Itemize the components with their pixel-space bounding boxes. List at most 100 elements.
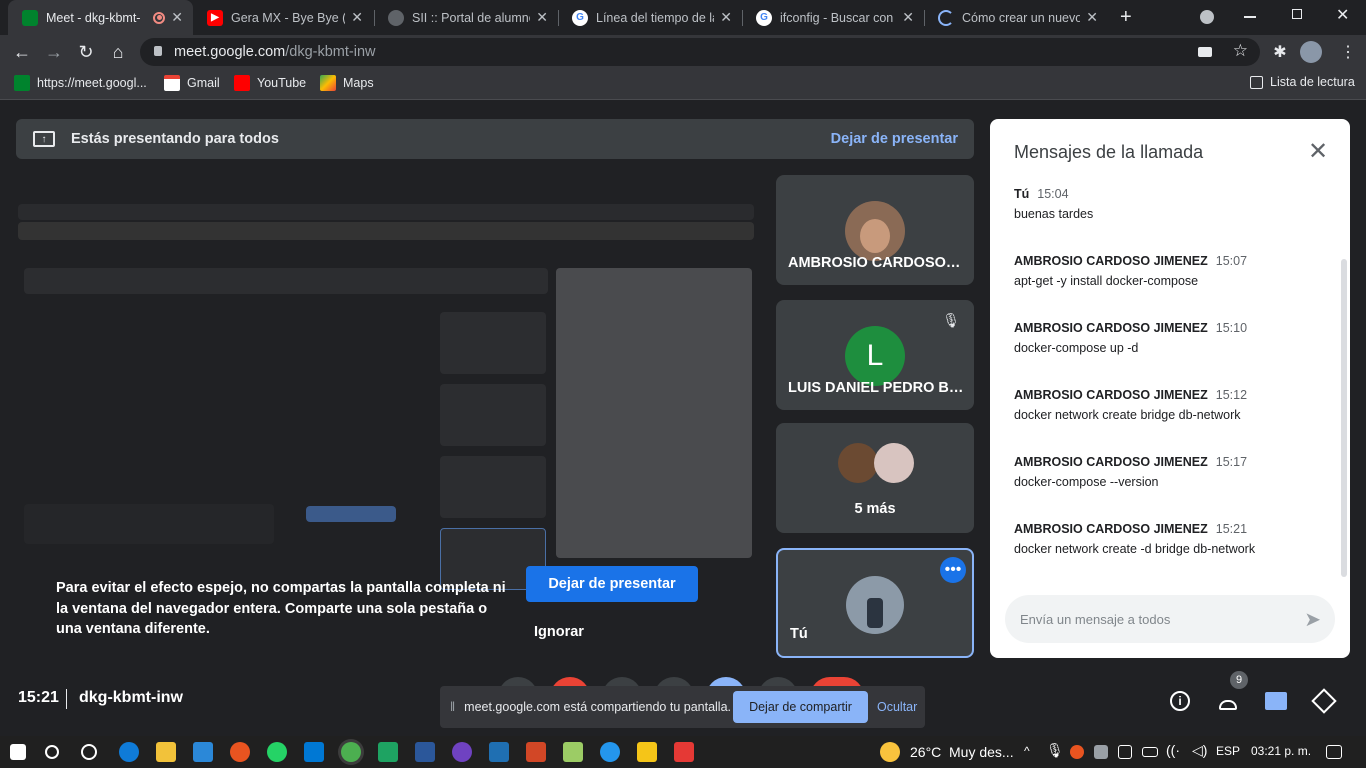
close-window-icon[interactable]: ✕ (1336, 5, 1349, 25)
weather-temp[interactable]: 26°C (910, 744, 941, 760)
vscode-icon[interactable] (304, 742, 324, 762)
wifi-icon[interactable]: ((· (1166, 742, 1180, 758)
bookmark-label: https://meet.googl... (37, 76, 147, 90)
tab-title: Cómo crear un nuevo (962, 10, 1081, 25)
close-tab-icon[interactable]: ✕ (351, 9, 363, 26)
ignore-button[interactable]: Ignorar (534, 624, 584, 640)
close-tab-icon[interactable]: ✕ (1086, 9, 1098, 26)
self-tile[interactable]: ••• Tú (776, 548, 974, 658)
weather-desc[interactable]: Muy des... (949, 744, 1014, 760)
mail-icon[interactable] (193, 742, 213, 762)
bookmark-gmail[interactable]: Gmail (164, 75, 220, 91)
present-screen-icon: ↑ (33, 131, 55, 147)
tray-chevron-icon[interactable]: ^ (1024, 744, 1030, 758)
bookmark-star-icon[interactable]: ☆ (1233, 41, 1248, 61)
minimize-icon[interactable] (1244, 16, 1256, 18)
tab-strip: Meet - dkg-kbmt- ✕ ▶ Gera MX - Bye Bye (… (0, 0, 1366, 35)
tab-meet[interactable]: Meet - dkg-kbmt- ✕ (8, 0, 193, 35)
message-text: docker-compose --version (1014, 475, 1159, 489)
word-icon[interactable] (415, 742, 435, 762)
meeting-details-icon[interactable]: i (1166, 687, 1194, 715)
activities-icon[interactable] (1310, 687, 1338, 715)
address-bar[interactable]: meet.google.com/dkg-kbmt-inw ☆ (140, 38, 1260, 66)
hide-banner-button[interactable]: Ocultar (877, 700, 917, 714)
app-icon[interactable] (637, 742, 657, 762)
close-tab-icon[interactable]: ✕ (902, 9, 914, 26)
whatsapp-icon[interactable] (267, 742, 287, 762)
chat-input[interactable]: Envía un mensaje a todos ➤ (1005, 595, 1335, 643)
stop-presenting-button[interactable]: Dejar de presentar (526, 566, 698, 602)
tray-app-icon[interactable] (1070, 745, 1084, 759)
tab-linea[interactable]: G Línea del tiempo de la ✕ (558, 0, 742, 35)
tab-como-crear[interactable]: Cómo crear un nuevo ✕ (924, 0, 1108, 35)
bookmark-label: Maps (343, 76, 374, 90)
powerpoint-icon[interactable] (526, 742, 546, 762)
close-tab-icon[interactable]: ✕ (171, 9, 183, 26)
reading-list[interactable]: Lista de lectura (1250, 75, 1355, 89)
close-tab-icon[interactable]: ✕ (720, 9, 732, 26)
stop-presenting-link[interactable]: Dejar de presentar (831, 131, 958, 147)
new-tab-icon[interactable]: + (1120, 6, 1132, 29)
send-icon[interactable]: ➤ (1304, 607, 1321, 632)
language-indicator[interactable]: ESP (1216, 744, 1240, 758)
windows-start-icon[interactable] (10, 744, 26, 760)
ubuntu-icon[interactable] (230, 742, 250, 762)
security-icon[interactable] (1094, 745, 1108, 759)
docker-icon[interactable] (600, 742, 620, 762)
menu-icon[interactable]: ⋮ (1336, 40, 1360, 64)
search-icon[interactable] (45, 745, 59, 759)
people-icon[interactable]: 9 (1214, 671, 1248, 715)
stop-sharing-button[interactable]: Dejar de compartir (733, 691, 868, 723)
message-sender: AMBROSIO CARDOSO JIMENEZ (1014, 522, 1208, 536)
participant-name: Tú (790, 626, 808, 642)
bookmark-maps[interactable]: Maps (320, 75, 374, 91)
chat-panel: Mensajes de la llamada ✕ Tú 15:04 buenas … (990, 119, 1350, 658)
tab-search-icon[interactable] (1200, 10, 1214, 24)
battery-icon[interactable] (1142, 747, 1158, 757)
participant-tile[interactable]: AMBROSIO CARDOSO J... (776, 175, 974, 285)
volume-icon[interactable]: ◁) (1192, 742, 1207, 759)
tab-youtube[interactable]: ▶ Gera MX - Bye Bye (Vi ✕ (193, 0, 373, 35)
tray-icon[interactable] (1118, 745, 1132, 759)
notepad-icon[interactable] (563, 742, 583, 762)
notifications-icon[interactable] (1326, 745, 1342, 759)
presenting-banner: ↑ Estás presentando para todos Dejar de … (16, 119, 974, 159)
tab-ifconfig[interactable]: G ifconfig - Buscar con G ✕ (742, 0, 924, 35)
cortana-icon[interactable] (81, 744, 97, 760)
camera-icon[interactable] (1198, 47, 1212, 57)
file-explorer-icon[interactable] (156, 742, 176, 762)
drag-handle-icon[interactable]: ‖ (450, 700, 455, 714)
home-icon[interactable]: ⌂ (106, 40, 130, 64)
close-tab-icon[interactable]: ✕ (536, 9, 548, 26)
chat-scrollbar[interactable] (1341, 259, 1347, 577)
loading-icon (938, 9, 954, 26)
participant-tile[interactable]: 🎙︎ L LUIS DANIEL PEDRO BO... (776, 300, 974, 410)
message-sender: AMBROSIO CARDOSO JIMENEZ (1014, 455, 1208, 469)
more-participants-tile[interactable]: 5 más (776, 423, 974, 533)
extensions-icon[interactable]: ✱ (1268, 40, 1292, 64)
more-options-icon[interactable]: ••• (940, 557, 966, 583)
reading-list-icon (1250, 75, 1263, 89)
app-icon[interactable] (452, 742, 472, 762)
tab-title: SII :: Portal de alumnos (412, 10, 531, 25)
close-icon[interactable]: ✕ (1304, 137, 1332, 165)
edge-icon[interactable] (119, 742, 139, 762)
taskbar-clock[interactable]: 03:21 p. m. (1251, 744, 1311, 758)
profile-avatar[interactable] (1300, 41, 1322, 63)
bookmark-youtube[interactable]: YouTube (234, 75, 306, 91)
chrome-icon[interactable] (341, 742, 361, 762)
message-text: docker network create -d bridge db-netwo… (1014, 542, 1256, 556)
restore-icon[interactable] (1292, 9, 1302, 19)
mic-icon[interactable]: 🎙︎ (1046, 742, 1064, 759)
photos-icon[interactable] (489, 742, 509, 762)
back-icon[interactable]: ← (10, 40, 34, 64)
meeting-clock: 15:21 (18, 689, 59, 706)
bookmark-meet[interactable]: https://meet.googl... (14, 75, 147, 91)
tab-sii[interactable]: SII :: Portal de alumnos ✕ (374, 0, 558, 35)
forward-icon[interactable]: → (42, 40, 66, 64)
reload-icon[interactable]: ↻ (74, 40, 98, 64)
weather-icon[interactable] (880, 742, 900, 762)
anydesk-icon[interactable] (674, 742, 694, 762)
visual-studio-icon[interactable] (378, 742, 398, 762)
chat-icon[interactable] (1262, 687, 1290, 715)
